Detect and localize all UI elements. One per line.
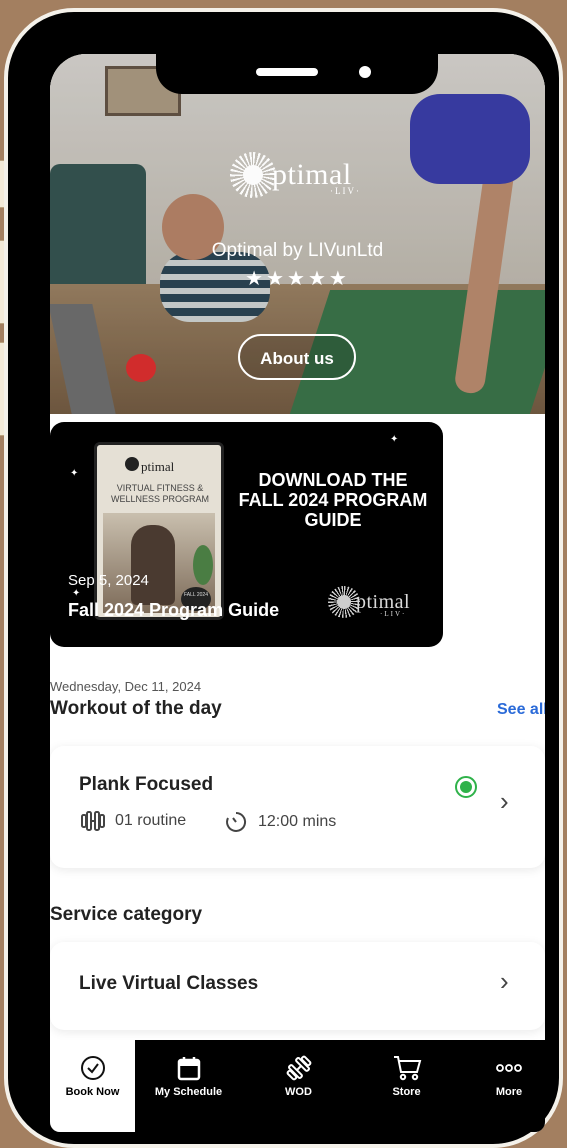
nav-label: My Schedule	[154, 1086, 223, 1098]
tablet-logo-icon	[125, 457, 139, 471]
tablet-logo-text: ptimal	[141, 459, 175, 474]
promo-title: Fall 2024 Program Guide	[68, 600, 280, 620]
workout-routines: 01 routine	[79, 810, 186, 832]
tablet-photo-person	[131, 525, 175, 605]
bottom-nav: Book Now My Schedule WOD Store More	[50, 1040, 545, 1132]
dumbbell-icon	[81, 811, 105, 831]
sparkle-icon: ✦	[72, 588, 81, 599]
promo-date: Sep 5, 2024	[68, 572, 149, 589]
sunburst-logo-icon	[328, 586, 360, 618]
dumbbell-icon	[286, 1055, 311, 1081]
promo-headline: DOWNLOAD THE FALL 2024 PROGRAM GUIDE	[238, 470, 428, 530]
duration-value: 12:00 mins	[258, 813, 337, 830]
hero-banner: ptimal ·LIV· Optimal by LIVunLtd ★★★★★ A…	[50, 54, 545, 414]
chevron-right-icon[interactable]: ›	[500, 966, 509, 997]
calendar-icon	[177, 1057, 200, 1081]
front-camera	[359, 66, 371, 78]
program-guide-tablet-image: ptimal VIRTUAL FITNESS & WELLNESS PROGRA…	[94, 442, 224, 620]
check-circle-icon	[80, 1056, 105, 1080]
wod-date: Wednesday, Dec 11, 2024	[50, 679, 202, 694]
nav-store[interactable]: Store	[364, 1040, 449, 1132]
nav-label: WOD	[285, 1086, 312, 1098]
service-category-heading: Service category	[50, 904, 203, 925]
promo-logo-subtext: ·LIV·	[380, 610, 407, 618]
tablet-photo-plant	[193, 545, 213, 585]
status-indicator	[455, 776, 477, 798]
more-icon	[496, 1064, 522, 1072]
workout-duration: 12:00 mins	[224, 810, 336, 834]
workout-card[interactable]: Plank Focused 01 routine 12:00 mins ›	[50, 746, 545, 868]
nav-label: More	[495, 1086, 523, 1098]
sparkle-icon: ✦	[70, 468, 79, 479]
cart-icon	[393, 1056, 421, 1081]
nav-book-now[interactable]: Book Now	[50, 1040, 135, 1132]
nav-wod[interactable]: WOD	[256, 1040, 341, 1132]
timer-icon	[226, 811, 247, 832]
about-us-button[interactable]: About us	[238, 334, 356, 380]
brand-logo: ptimal ·LIV·	[230, 152, 359, 198]
speaker-grille	[256, 68, 318, 76]
sparkle-icon: ✦	[390, 434, 399, 445]
app-screen: ptimal ·LIV· Optimal by LIVunLtd ★★★★★ A…	[50, 54, 545, 1132]
logo-subtext: ·LIV·	[330, 186, 361, 196]
nav-label: Book Now	[65, 1086, 120, 1098]
program-guide-card[interactable]: ✦ ✦ ✦ ptimal VIRTUAL FITNESS & WELLNESS …	[50, 422, 443, 647]
rating-stars: ★★★★★	[245, 268, 350, 290]
phone-frame: ptimal ·LIV· Optimal by LIVunLtd ★★★★★ A…	[4, 8, 563, 1148]
wod-heading: Workout of the day	[50, 698, 222, 719]
service-item-label: Live Virtual Classes	[79, 973, 259, 994]
see-all-link[interactable]: See all	[497, 701, 545, 719]
nav-my-schedule[interactable]: My Schedule	[146, 1040, 231, 1132]
routine-count: 01 routine	[115, 812, 187, 829]
tablet-subtitle: VIRTUAL FITNESS & WELLNESS PROGRAM	[110, 483, 210, 504]
nav-label: Store	[392, 1086, 421, 1098]
phone-notch	[156, 54, 438, 94]
nav-more[interactable]: More	[473, 1040, 545, 1132]
workout-name: Plank Focused	[79, 774, 214, 795]
promo-logo: ptimal ·LIV·	[328, 586, 410, 618]
sunburst-logo-icon	[230, 152, 276, 198]
chevron-right-icon[interactable]: ›	[500, 786, 509, 817]
service-item-live-virtual-classes[interactable]: Live Virtual Classes ›	[50, 942, 545, 1030]
brand-name: Optimal by LIVunLtd	[211, 240, 384, 261]
